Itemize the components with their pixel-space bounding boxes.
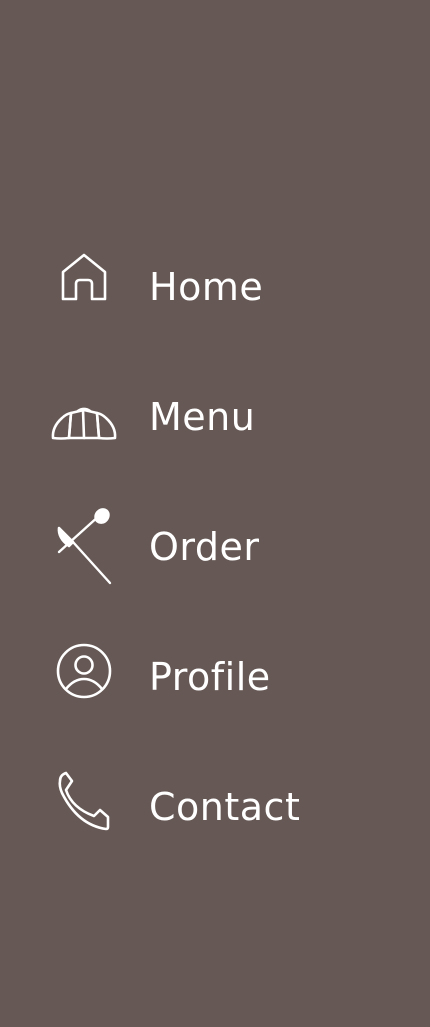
user-circle-icon xyxy=(50,641,118,701)
nav-label-menu: Menu xyxy=(149,395,256,439)
nav-label-order: Order xyxy=(149,525,260,569)
croissant-icon xyxy=(50,381,118,441)
nav-item-order[interactable]: Order xyxy=(0,483,430,613)
utensils-icon xyxy=(50,508,118,585)
nav-item-home[interactable]: Home xyxy=(0,223,430,353)
main-navigation: Home Menu Order Profile Contact xyxy=(0,223,430,873)
nav-item-menu[interactable]: Menu xyxy=(0,353,430,483)
home-icon xyxy=(50,251,118,311)
phone-icon xyxy=(50,771,118,831)
nav-item-contact[interactable]: Contact xyxy=(0,743,430,873)
side-menu-panel: Home Menu Order Profile Contact xyxy=(0,0,430,1027)
nav-label-profile: Profile xyxy=(149,655,271,699)
nav-item-profile[interactable]: Profile xyxy=(0,613,430,743)
nav-label-contact: Contact xyxy=(149,785,301,829)
nav-label-home: Home xyxy=(149,265,264,309)
